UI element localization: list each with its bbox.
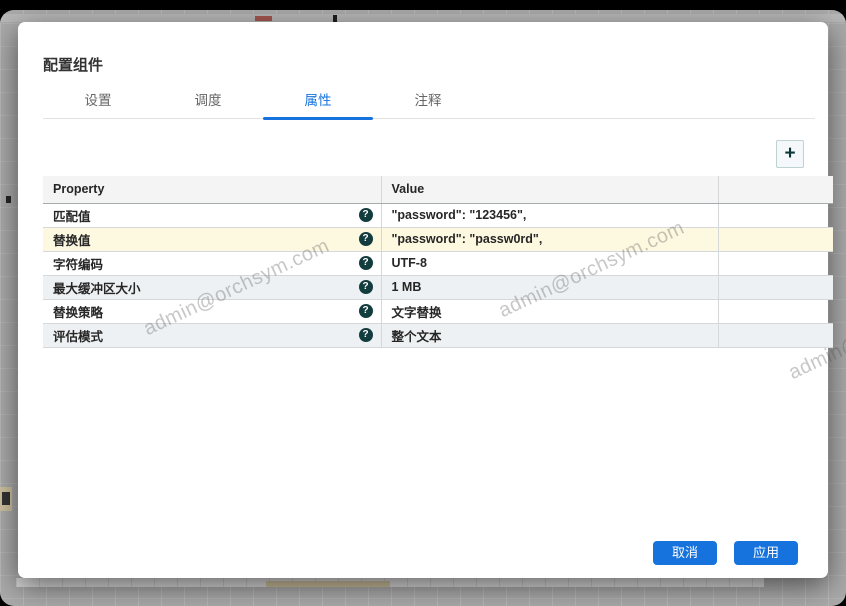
tab-scheduling[interactable]: 调度 — [153, 90, 263, 118]
cancel-button[interactable]: 取消 — [653, 541, 717, 565]
plus-icon: + — [784, 144, 795, 163]
properties-table: Property Value 匹配值 ? "password": "123456… — [43, 176, 833, 348]
table-row: 匹配值 ? "password": "123456", — [43, 203, 833, 227]
background-artifact — [0, 487, 12, 511]
help-icon[interactable]: ? — [359, 328, 373, 342]
column-header-blank — [718, 176, 833, 203]
property-value[interactable]: "password": "passw0rd", — [381, 227, 718, 251]
property-name: 替换值 — [53, 230, 91, 249]
tab-settings[interactable]: 设置 — [43, 90, 153, 118]
help-icon[interactable]: ? — [359, 208, 373, 222]
property-value[interactable]: "password": "123456", — [381, 203, 718, 227]
apply-button[interactable]: 应用 — [734, 541, 798, 565]
tab-comments[interactable]: 注释 — [373, 90, 483, 118]
property-name: 最大缓冲区大小 — [53, 278, 141, 297]
table-row: 替换策略 ? 文字替换 — [43, 299, 833, 323]
configure-component-dialog: 配置组件 设置 调度 属性 注释 + Property Value — [18, 22, 828, 578]
row-actions-cell — [718, 251, 833, 275]
property-name: 替换策略 — [53, 302, 103, 321]
help-icon[interactable]: ? — [359, 304, 373, 318]
table-row: 替换值 ? "password": "passw0rd", — [43, 227, 833, 251]
row-actions-cell — [718, 227, 833, 251]
dialog-title: 配置组件 — [43, 54, 103, 75]
row-actions-cell — [718, 299, 833, 323]
background-artifact — [0, 14, 846, 22]
add-property-button[interactable]: + — [776, 140, 804, 168]
row-actions-cell — [718, 275, 833, 299]
help-icon[interactable]: ? — [359, 232, 373, 246]
property-name: 字符编码 — [53, 254, 103, 273]
property-value[interactable]: 1 MB — [381, 275, 718, 299]
row-actions-cell — [718, 323, 833, 347]
tab-bar: 设置 调度 属性 注释 — [43, 90, 815, 119]
help-icon[interactable]: ? — [359, 280, 373, 294]
property-name: 匹配值 — [53, 206, 91, 225]
table-header-row: Property Value — [43, 176, 833, 203]
column-header-property: Property — [43, 176, 381, 203]
property-value[interactable]: UTF-8 — [381, 251, 718, 275]
row-actions-cell — [718, 203, 833, 227]
background-artifact — [6, 196, 11, 203]
canvas-background-window: 配置组件 设置 调度 属性 注释 + Property Value — [0, 10, 846, 606]
background-artifact — [16, 578, 764, 587]
background-artifact — [266, 581, 390, 587]
property-name: 评估模式 — [53, 326, 103, 345]
help-icon[interactable]: ? — [359, 256, 373, 270]
property-value[interactable]: 文字替换 — [381, 299, 718, 323]
table-row: 字符编码 ? UTF-8 — [43, 251, 833, 275]
background-artifact — [255, 16, 272, 21]
column-header-value: Value — [381, 176, 718, 203]
property-value[interactable]: 整个文本 — [381, 323, 718, 347]
table-row: 最大缓冲区大小 ? 1 MB — [43, 275, 833, 299]
tab-properties[interactable]: 属性 — [263, 90, 373, 118]
table-row: 评估模式 ? 整个文本 — [43, 323, 833, 347]
